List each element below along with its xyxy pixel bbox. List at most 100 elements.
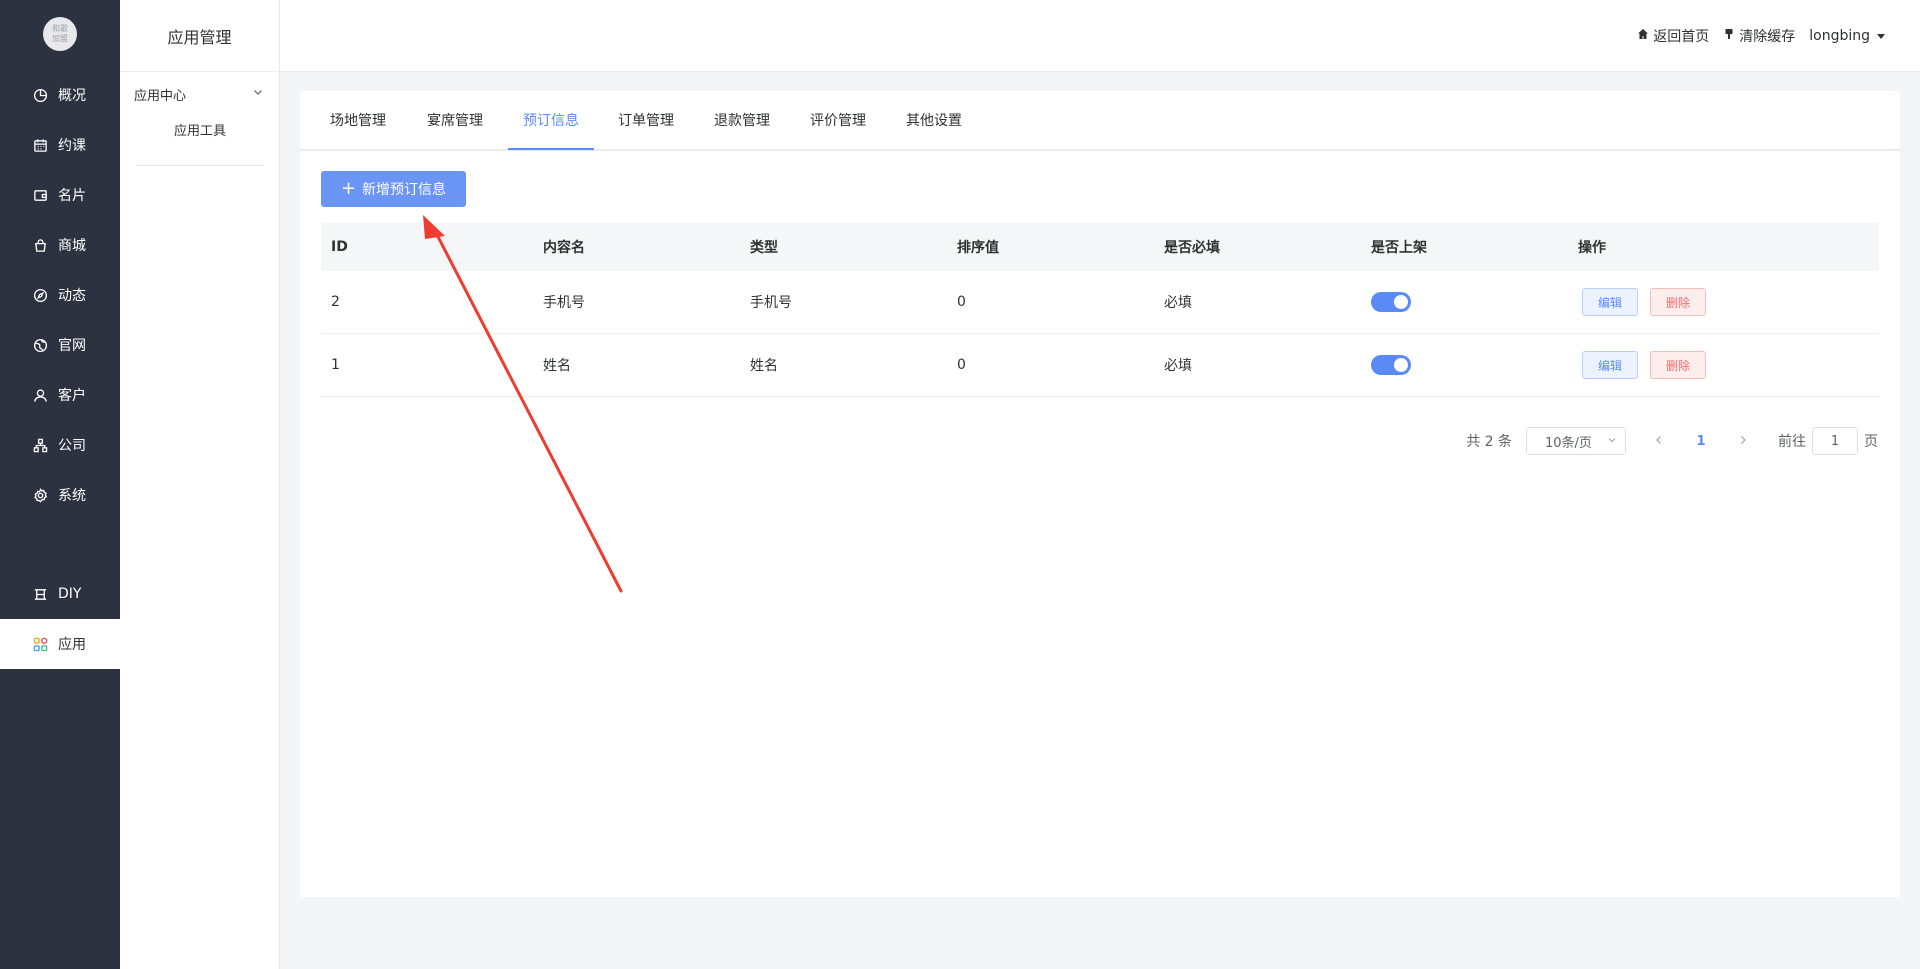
- logo-text-line-2: 加盟: [52, 34, 68, 43]
- sidebar-item-card[interactable]: 名片: [0, 170, 120, 220]
- diy-icon: [32, 586, 48, 602]
- sidebar-item-customers[interactable]: 客户: [0, 370, 120, 420]
- toggle-knob: [1394, 295, 1408, 309]
- apps-grid-icon: [32, 636, 48, 652]
- sidebar-item-label: 官网: [58, 338, 86, 354]
- divider: [136, 165, 264, 166]
- shopping-bag-icon: [32, 237, 48, 253]
- secondary-sidebar: 应用管理 应用中心 应用工具: [120, 0, 280, 969]
- return-home-label: 返回首页: [1653, 29, 1710, 45]
- subnav-group-app-center[interactable]: 应用中心: [134, 84, 264, 104]
- booking-info-table: ID 内容名 类型 排序值 是否必填 是否上架 操作 2 手机号 手机号 0 必…: [321, 223, 1879, 397]
- subnav-title: 应用管理: [120, 0, 279, 72]
- page-unit-label: 页: [1864, 434, 1878, 450]
- cell-type: 手机号: [750, 295, 792, 311]
- tab-bar: 场地管理 宴席管理 预订信息 订单管理 退款管理 评价管理 其他设置: [300, 91, 1900, 151]
- username: longbing: [1809, 28, 1870, 44]
- column-header-type: 类型: [750, 240, 778, 256]
- goto-label: 前往: [1778, 434, 1806, 450]
- sidebar-item-courses[interactable]: 约课: [0, 120, 120, 170]
- toggle-knob: [1394, 358, 1408, 372]
- delete-button[interactable]: 删除: [1650, 351, 1706, 379]
- sidebar-item-label: 应用: [58, 637, 86, 653]
- sidebar-item-label: 概况: [58, 88, 86, 104]
- clear-cache-label: 清除缓存: [1739, 29, 1796, 45]
- cell-name: 姓名: [543, 358, 571, 374]
- sidebar-item-label: DIY: [58, 586, 82, 602]
- pagination: 共 2 条 10条/页 1 前往 页: [1466, 427, 1878, 455]
- user-icon: [32, 387, 48, 403]
- tab-venue-management[interactable]: 场地管理: [330, 91, 386, 151]
- goto-page-input[interactable]: [1812, 427, 1858, 455]
- chevron-left-icon: [1656, 436, 1661, 444]
- cell-required: 必填: [1164, 295, 1192, 311]
- calendar-icon: [32, 137, 48, 153]
- cell-id: 1: [331, 357, 340, 373]
- tab-banquet-management[interactable]: 宴席管理: [427, 91, 483, 151]
- column-header-id: ID: [331, 239, 348, 255]
- sidebar-item-website[interactable]: 官网: [0, 320, 120, 370]
- subnav-group-label: 应用中心: [134, 88, 187, 104]
- edit-button[interactable]: 编辑: [1582, 351, 1638, 379]
- tab-review-management[interactable]: 评价管理: [810, 91, 866, 151]
- plus-icon: +: [340, 178, 357, 199]
- org-chart-icon: [32, 437, 48, 453]
- caret-down-icon: [1877, 33, 1885, 39]
- tab-refund-management[interactable]: 退款管理: [714, 91, 770, 151]
- add-booking-info-label: 新增预订信息: [362, 182, 447, 198]
- tab-booking-info[interactable]: 预订信息: [523, 91, 579, 151]
- main-sidebar: 和歌 加盟 概况 约课 名片 商城 动态 官网 客户 公司 系统 DIY 应用: [0, 0, 120, 969]
- cell-on-shelf: [1361, 355, 1568, 375]
- logo[interactable]: 和歌 加盟: [43, 17, 77, 51]
- delete-button[interactable]: 删除: [1650, 288, 1706, 316]
- sidebar-item-label: 名片: [58, 188, 86, 204]
- sidebar-item-label: 动态: [58, 288, 86, 304]
- cell-required: 必填: [1164, 358, 1192, 374]
- wallet-icon: [32, 187, 48, 203]
- column-header-actions: 操作: [1578, 240, 1606, 256]
- on-shelf-toggle[interactable]: [1371, 355, 1411, 375]
- sidebar-item-company[interactable]: 公司: [0, 420, 120, 470]
- page-size-select[interactable]: 10条/页: [1526, 427, 1626, 455]
- sidebar-item-mall[interactable]: 商城: [0, 220, 120, 270]
- sidebar-item-diy[interactable]: DIY: [0, 569, 120, 619]
- tab-other-settings[interactable]: 其他设置: [906, 91, 962, 151]
- active-tab-indicator: [508, 148, 594, 150]
- sidebar-item-label: 商城: [58, 238, 86, 254]
- sidebar-item-overview[interactable]: 概况: [0, 70, 120, 120]
- clear-cache-link[interactable]: 清除缓存: [1723, 26, 1795, 46]
- sidebar-item-apps[interactable]: 应用: [0, 619, 120, 669]
- sidebar-item-label: 公司: [58, 438, 86, 454]
- on-shelf-toggle[interactable]: [1371, 292, 1411, 312]
- page-size-value: 10条/页: [1545, 435, 1592, 451]
- cell-name: 手机号: [543, 295, 585, 311]
- page-number[interactable]: 1: [1684, 434, 1718, 449]
- next-page-button[interactable]: [1732, 433, 1754, 449]
- edit-button[interactable]: 编辑: [1582, 288, 1638, 316]
- column-header-sort: 排序值: [957, 240, 999, 256]
- column-header-required: 是否必填: [1164, 240, 1220, 256]
- cell-id: 2: [331, 294, 340, 310]
- sidebar-item-feed[interactable]: 动态: [0, 270, 120, 320]
- home-icon: [1637, 28, 1653, 44]
- cell-sort: 0: [957, 357, 966, 373]
- subnav-item-app-tools[interactable]: 应用工具: [120, 120, 280, 139]
- cell-actions: 编辑 删除: [1568, 351, 1879, 379]
- top-header: 返回首页 清除缓存 longbing: [280, 0, 1920, 72]
- brush-icon: [1723, 28, 1739, 44]
- add-booking-info-button[interactable]: + 新增预订信息: [321, 171, 466, 207]
- table-header: ID 内容名 类型 排序值 是否必填 是否上架 操作: [321, 223, 1879, 271]
- cell-type: 姓名: [750, 358, 778, 374]
- column-header-name: 内容名: [543, 240, 585, 256]
- sidebar-item-label: 系统: [58, 488, 86, 504]
- prev-page-button[interactable]: [1648, 433, 1670, 449]
- pie-chart-icon: [32, 87, 48, 103]
- user-menu[interactable]: longbing: [1809, 28, 1885, 44]
- tab-order-management[interactable]: 订单管理: [618, 91, 674, 151]
- sidebar-item-system[interactable]: 系统: [0, 470, 120, 520]
- main-content-card: 场地管理 宴席管理 预订信息 订单管理 退款管理 评价管理 其他设置 + 新增预…: [300, 91, 1900, 897]
- table-row: 2 手机号 手机号 0 必填 编辑 删除: [321, 271, 1879, 334]
- sidebar-item-label: 约课: [58, 138, 86, 154]
- table-row: 1 姓名 姓名 0 必填 编辑 删除: [321, 334, 1879, 397]
- return-home-link[interactable]: 返回首页: [1637, 26, 1709, 46]
